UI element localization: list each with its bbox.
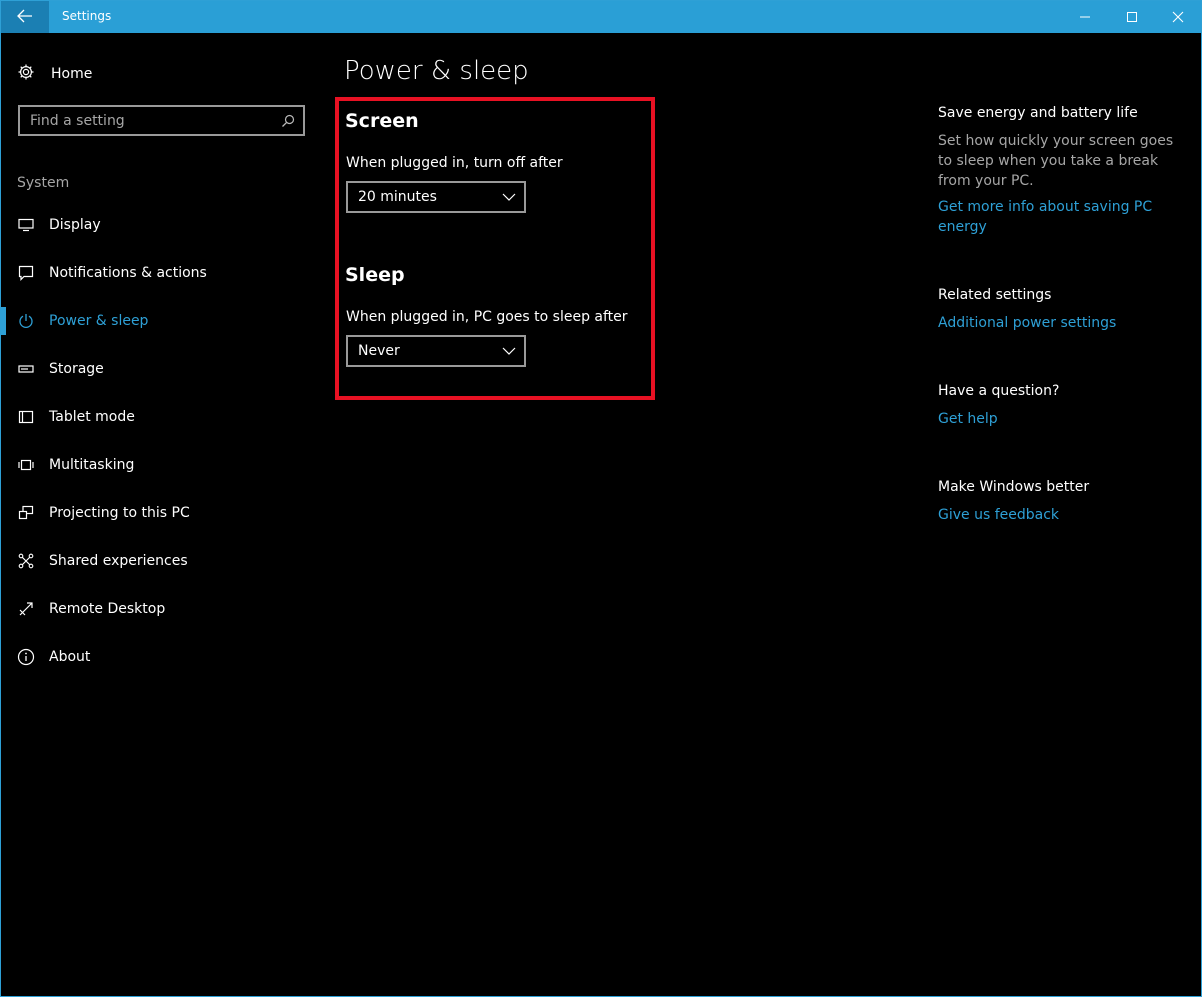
- question-heading: Have a question?: [938, 383, 1060, 399]
- multitasking-icon: [17, 456, 35, 474]
- settings-window: Settings Home Find a setting System Disp…: [0, 0, 1202, 997]
- minimize-icon: [1079, 8, 1091, 27]
- feedback-section: Make Windows better Give us feedback: [938, 477, 1188, 525]
- screen-timeout-value: 20 minutes: [358, 189, 437, 205]
- saving-energy-link[interactable]: Get more info about saving PC energy: [938, 197, 1188, 237]
- sidebar-item-display[interactable]: Display: [1, 205, 321, 245]
- sidebar-item-label: Multitasking: [49, 457, 135, 473]
- maximize-icon: [1126, 8, 1138, 27]
- sleep-heading: Sleep: [345, 264, 405, 286]
- minimize-button[interactable]: [1062, 1, 1108, 33]
- sidebar-item-shared-experiences[interactable]: Shared experiences: [1, 541, 321, 581]
- search-input[interactable]: [20, 107, 273, 134]
- gear-icon: [17, 63, 35, 85]
- maximize-button[interactable]: [1109, 1, 1155, 33]
- title-bar: Settings: [1, 1, 1201, 33]
- close-button[interactable]: [1155, 1, 1201, 33]
- related-settings-section: Related settings Additional power settin…: [938, 285, 1188, 333]
- screen-heading: Screen: [345, 110, 419, 132]
- sidebar-item-multitasking[interactable]: Multitasking: [1, 445, 321, 485]
- sleep-timeout-label: When plugged in, PC goes to sleep after: [346, 309, 628, 325]
- power-icon: [17, 312, 35, 330]
- save-energy-section: Save energy and battery life Set how qui…: [938, 103, 1188, 237]
- tablet-icon: [17, 408, 35, 426]
- search-box[interactable]: [18, 105, 305, 136]
- screen-timeout-dropdown[interactable]: 20 minutes: [346, 181, 526, 213]
- sidebar-item-storage[interactable]: Storage: [1, 349, 321, 389]
- sidebar-item-label: Projecting to this PC: [49, 505, 190, 521]
- sidebar-item-remote-desktop[interactable]: Remote Desktop: [1, 589, 321, 629]
- related-settings-heading: Related settings: [938, 287, 1052, 303]
- notification-icon: [17, 264, 35, 282]
- save-energy-heading: Save energy and battery life: [938, 105, 1138, 121]
- sidebar-item-label: About: [49, 649, 91, 665]
- page-title: Power & sleep: [344, 56, 529, 86]
- close-icon: [1172, 8, 1184, 27]
- active-indicator: [1, 307, 6, 335]
- remote-desktop-icon: [17, 600, 35, 618]
- shared-icon: [17, 552, 35, 570]
- projecting-icon: [17, 504, 35, 522]
- sidebar-item-tablet-mode[interactable]: Tablet mode: [1, 397, 321, 437]
- save-energy-text: Set how quickly your screen goes to slee…: [938, 133, 1174, 189]
- feedback-link[interactable]: Give us feedback: [938, 505, 1188, 525]
- sidebar-item-label: Tablet mode: [49, 409, 135, 425]
- chevron-down-icon: [494, 347, 524, 355]
- storage-icon: [17, 360, 35, 378]
- screen-timeout-label: When plugged in, turn off after: [346, 155, 563, 171]
- back-button[interactable]: [1, 1, 49, 33]
- feedback-heading: Make Windows better: [938, 479, 1090, 495]
- sleep-timeout-value: Never: [358, 343, 400, 359]
- sidebar-item-label: Power & sleep: [49, 313, 149, 329]
- additional-power-settings-link[interactable]: Additional power settings: [938, 313, 1188, 333]
- search-icon[interactable]: [273, 114, 303, 128]
- monitor-icon: [17, 216, 35, 234]
- sidebar-item-label: Storage: [49, 361, 104, 377]
- back-arrow-icon: [17, 8, 33, 27]
- question-section: Have a question? Get help: [938, 381, 1188, 429]
- sidebar-item-about[interactable]: About: [1, 637, 321, 677]
- info-icon: [17, 648, 35, 666]
- sidebar-item-label: Display: [49, 217, 101, 233]
- home-label: Home: [51, 66, 93, 82]
- sidebar-item-label: Shared experiences: [49, 553, 188, 569]
- chevron-down-icon: [494, 193, 524, 201]
- window-title: Settings: [62, 9, 112, 23]
- home-link[interactable]: Home: [17, 61, 92, 87]
- sidebar-item-projecting[interactable]: Projecting to this PC: [1, 493, 321, 533]
- sidebar-item-power-sleep[interactable]: Power & sleep: [1, 301, 321, 341]
- sleep-timeout-dropdown[interactable]: Never: [346, 335, 526, 367]
- sidebar-item-label: Remote Desktop: [49, 601, 166, 617]
- sidebar-item-notifications[interactable]: Notifications & actions: [1, 253, 321, 293]
- get-help-link[interactable]: Get help: [938, 409, 1188, 429]
- sidebar-item-label: Notifications & actions: [49, 265, 207, 281]
- section-label-system: System: [17, 175, 70, 191]
